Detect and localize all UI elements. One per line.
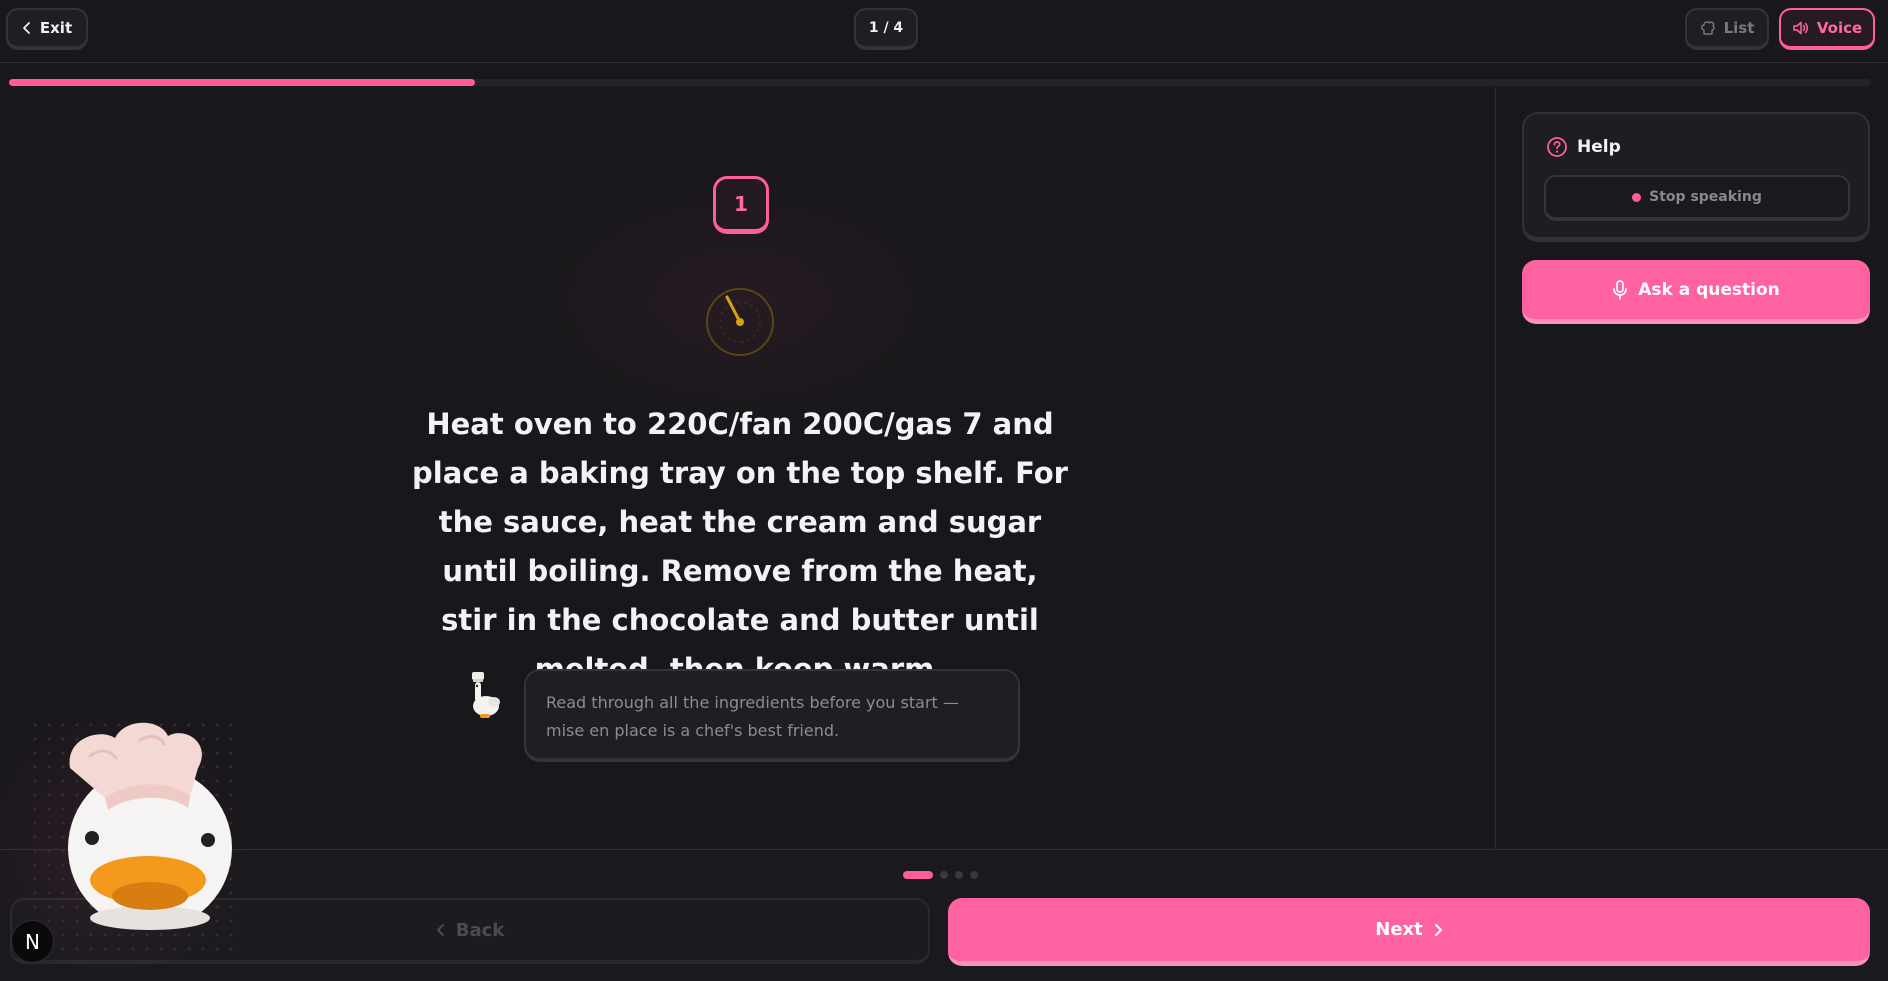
stop-speaking-label: Stop speaking xyxy=(1649,189,1762,205)
progress-bar xyxy=(9,79,1871,86)
help-card: Help Stop speaking xyxy=(1522,112,1870,242)
step-dot xyxy=(955,871,963,879)
dev-indicator-label: N xyxy=(25,929,40,954)
step-number: 1 xyxy=(734,192,748,216)
voice-button[interactable]: Voice xyxy=(1779,8,1875,50)
timer-icon xyxy=(706,288,774,356)
ask-question-button[interactable]: Ask a question xyxy=(1522,260,1870,324)
list-button[interactable]: List xyxy=(1685,8,1769,50)
step-number-badge: 1 xyxy=(713,176,769,234)
stop-speaking-button[interactable]: Stop speaking xyxy=(1544,175,1850,221)
chef-hat-icon xyxy=(1700,21,1715,35)
step-instruction: Heat oven to 220C/fan 200C/gas 7 and pla… xyxy=(412,407,1068,686)
next-label: Next xyxy=(1375,919,1423,940)
chevron-right-icon xyxy=(1434,923,1442,936)
chevron-left-icon xyxy=(436,924,444,936)
progress-fill xyxy=(9,79,475,86)
step-dot xyxy=(970,871,978,879)
step-dot xyxy=(940,871,948,879)
next-button[interactable]: Next xyxy=(948,898,1870,966)
goose-mascot-icon xyxy=(68,722,232,930)
dev-indicator-badge[interactable]: N xyxy=(11,920,54,963)
chef-tip: Read through all the ingredients before … xyxy=(524,669,1020,762)
exit-button[interactable]: Exit xyxy=(6,8,88,50)
step-dots xyxy=(903,871,978,879)
step-dot xyxy=(903,871,933,879)
step-counter-label: 1 / 4 xyxy=(868,20,904,36)
exit-label: Exit xyxy=(39,19,73,37)
speaking-indicator-icon xyxy=(1632,192,1642,202)
step-counter: 1 / 4 xyxy=(854,8,918,50)
speaker-icon xyxy=(1793,21,1808,35)
ask-question-label: Ask a question xyxy=(1638,279,1780,300)
chevron-left-icon xyxy=(22,22,30,34)
panel-divider xyxy=(1495,87,1496,849)
help-title: Help xyxy=(1577,137,1621,157)
back-label: Back xyxy=(455,919,505,941)
question-circle-icon xyxy=(1547,137,1567,157)
top-bar: Exit 1 / 4 List Voice xyxy=(0,0,1888,63)
list-label: List xyxy=(1723,19,1755,37)
goose-chef-icon xyxy=(472,672,500,718)
help-header: Help xyxy=(1546,136,1621,158)
voice-label: Voice xyxy=(1816,19,1863,37)
chef-tip-text: Read through all the ingredients before … xyxy=(546,693,959,740)
microphone-icon xyxy=(1613,279,1628,300)
